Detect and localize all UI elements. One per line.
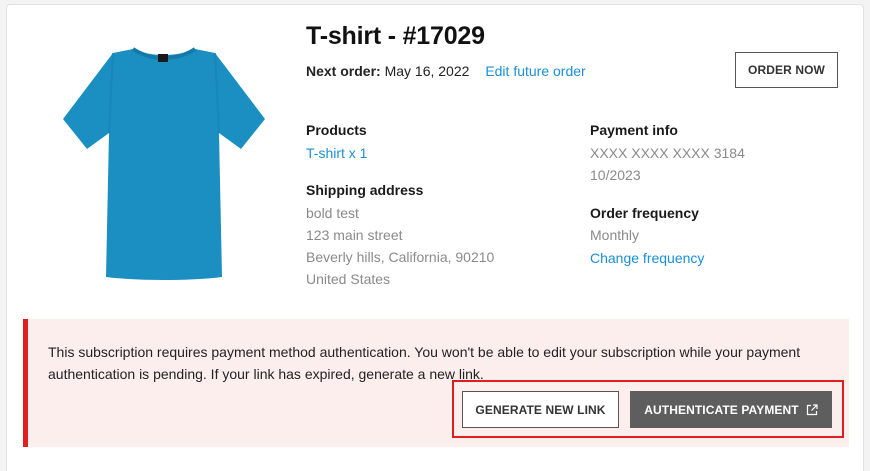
next-order-line: Next order: May 16, 2022 Edit future ord… bbox=[306, 63, 586, 79]
card-expiry: 10/2023 bbox=[590, 167, 641, 183]
authenticate-payment-button[interactable]: AUTHENTICATE PAYMENT bbox=[630, 391, 832, 428]
external-link-icon bbox=[806, 403, 818, 416]
address-line: Beverly hills, California, 90210 bbox=[306, 249, 495, 265]
shipping-address-label: Shipping address bbox=[306, 182, 424, 198]
alert-message: This subscription requires payment metho… bbox=[48, 344, 801, 382]
next-order-label: Next order: bbox=[306, 63, 381, 79]
address-line: bold test bbox=[306, 205, 359, 221]
shipping-address: bold test 123 main street Beverly hills,… bbox=[306, 202, 494, 290]
order-frequency-label: Order frequency bbox=[590, 205, 699, 221]
tshirt-image bbox=[63, 47, 265, 280]
authenticate-payment-label: AUTHENTICATE PAYMENT bbox=[644, 402, 799, 417]
page-title: T-shirt - #17029 bbox=[306, 22, 485, 50]
subscription-card: T-shirt - #17029 Next order: May 16, 202… bbox=[6, 4, 864, 471]
address-line: 123 main street bbox=[306, 227, 403, 243]
generate-new-link-button[interactable]: GENERATE NEW LINK bbox=[462, 391, 619, 428]
product-item-link[interactable]: T-shirt x 1 bbox=[306, 145, 367, 161]
payment-info: XXXX XXXX XXXX 3184 10/2023 bbox=[590, 142, 745, 186]
change-frequency-link[interactable]: Change frequency bbox=[590, 250, 704, 266]
card-number: XXXX XXXX XXXX 3184 bbox=[590, 145, 745, 161]
payment-auth-alert: This subscription requires payment metho… bbox=[23, 319, 849, 447]
products-label: Products bbox=[306, 122, 367, 138]
payment-info-label: Payment info bbox=[590, 122, 678, 138]
next-order-date: May 16, 2022 bbox=[384, 63, 470, 79]
generate-new-link-label: GENERATE NEW LINK bbox=[475, 402, 606, 417]
address-line: United States bbox=[306, 271, 391, 287]
order-now-button[interactable]: ORDER NOW bbox=[735, 52, 838, 88]
order-frequency-value: Monthly bbox=[590, 227, 640, 243]
edit-future-order-link[interactable]: Edit future order bbox=[485, 63, 585, 79]
